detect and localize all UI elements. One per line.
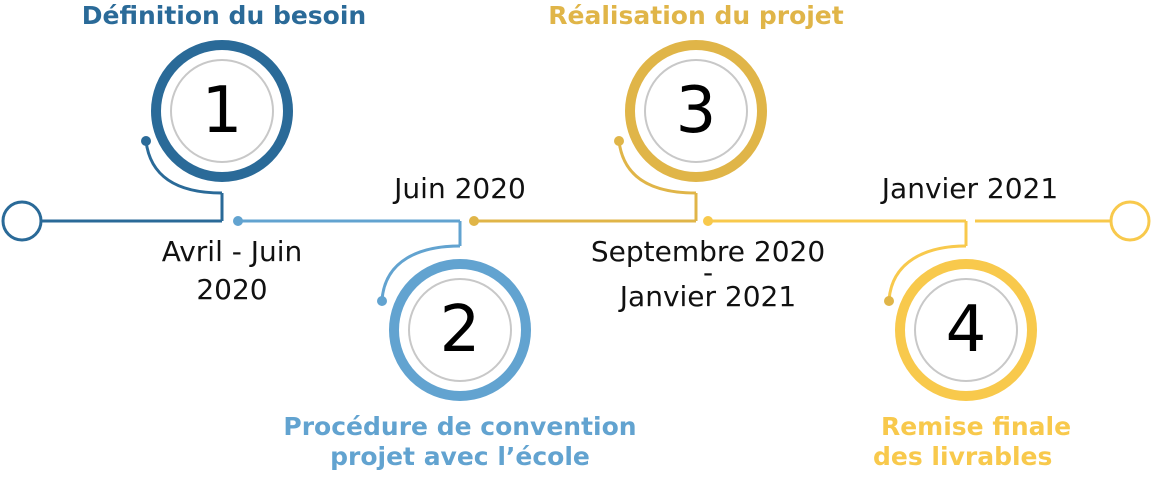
- step4-date: Janvier 2021: [881, 172, 1059, 205]
- step1-date-line1: Avril - Juin: [161, 235, 303, 268]
- step1-number: 1: [201, 74, 243, 148]
- step4-title-line1: Remise finale: [880, 412, 1072, 441]
- timeline-start-node: [1, 200, 43, 242]
- step3-title: Réalisation du projet: [548, 1, 844, 30]
- step4-number: 4: [945, 293, 987, 367]
- step2-title-line1: Procédure de convention: [283, 412, 637, 441]
- step2-arc-dot: [377, 296, 387, 306]
- timeline-diagram: 1 2 3 4 Définition du besoin Réalisation…: [0, 0, 1152, 475]
- step3-date-line2: Janvier 2021: [619, 280, 797, 313]
- step3-number: 3: [675, 74, 717, 148]
- step1-arc-dot: [141, 136, 151, 146]
- timeline-end-node: [1109, 200, 1151, 242]
- step1-date-line2: 2020: [196, 273, 268, 306]
- step2-date: Juin 2020: [394, 172, 526, 205]
- step2-number: 2: [439, 293, 481, 367]
- step1-title: Définition du besoin: [81, 1, 367, 30]
- step4-title-line2: des livrables: [873, 442, 1053, 471]
- step2-title-line2: projet avec l’école: [330, 442, 590, 471]
- step3-arc-dot: [614, 136, 624, 146]
- step4-arc-dot: [884, 296, 894, 306]
